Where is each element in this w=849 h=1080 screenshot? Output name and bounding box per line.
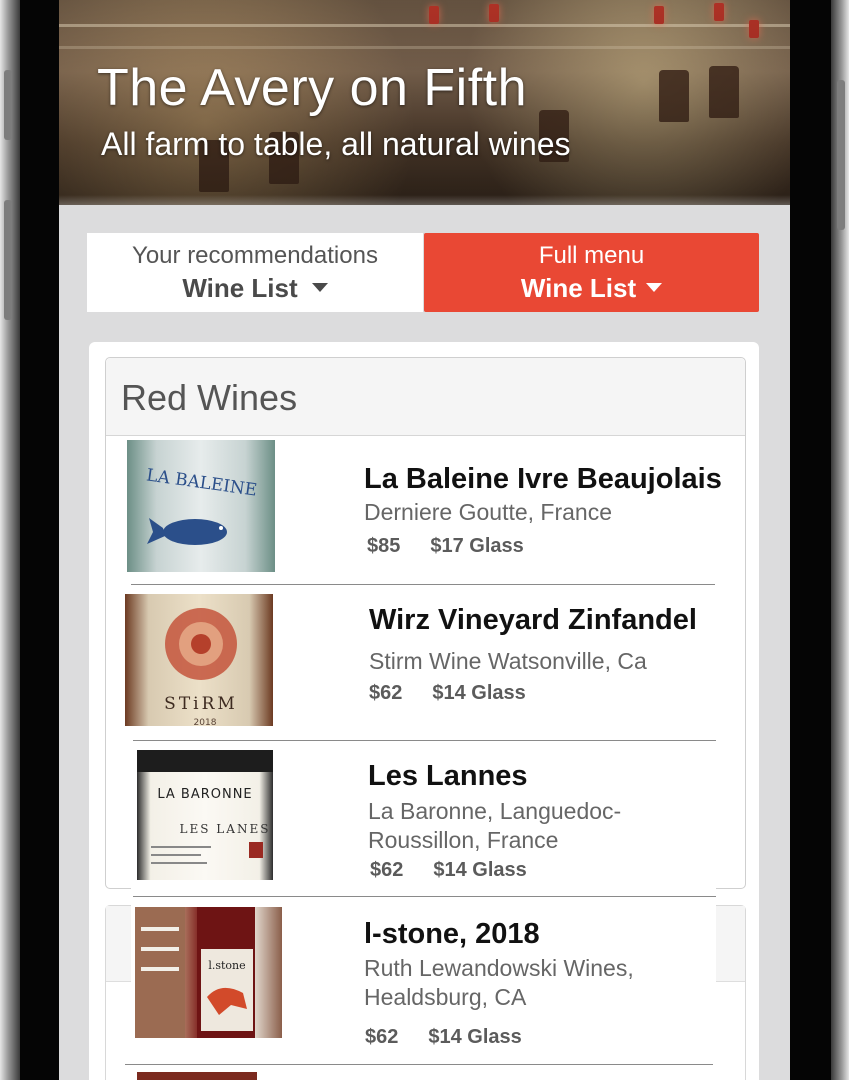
bottle-label-subtext: LES LANES bbox=[180, 822, 271, 836]
glass-price: $14 Glass bbox=[433, 859, 527, 881]
sun-bottle-image: STiRM 2018 bbox=[125, 594, 273, 726]
tab-recommendations-label: Wine List bbox=[182, 273, 298, 303]
caret-down-icon bbox=[311, 282, 328, 292]
phone-rim-left bbox=[0, 0, 20, 1080]
wine-producer: Ruth Lewandowski Wines, Healdsburg, CA bbox=[364, 955, 634, 1010]
glass-price: $17 Glass bbox=[430, 535, 524, 557]
wine-prices: $62 $14 Glass bbox=[369, 681, 556, 705]
tab-full-menu-title: Full menu bbox=[538, 242, 645, 269]
phone-frame: The Avery on Fifth All farm to table, al… bbox=[0, 0, 849, 1080]
bottle-label-text: STiRM bbox=[164, 694, 238, 714]
wine-producer: Stirm Wine Watsonville, Ca bbox=[369, 648, 647, 674]
bottle-price: $85 bbox=[367, 535, 401, 557]
tab-full-menu-label: Wine List bbox=[520, 273, 637, 303]
tab-recommendations-title: Your recommendations bbox=[132, 242, 378, 269]
power-button bbox=[837, 80, 845, 230]
wine-item[interactable]: LA BARONNE LES LANES Les Lannes La Baron… bbox=[131, 741, 716, 896]
bottle-label-text: LA BARONNE bbox=[157, 787, 252, 802]
menu-tabs: Your recommendations Wine List Full menu… bbox=[87, 233, 759, 313]
caret-down-icon bbox=[646, 282, 663, 292]
bottle-price: $62 bbox=[370, 859, 404, 881]
bottle-label-year: 2018 bbox=[194, 718, 217, 726]
restaurant-hero-banner: The Avery on Fifth All farm to table, al… bbox=[59, 0, 790, 205]
section-header: Red Wines bbox=[106, 358, 745, 436]
section-title: Red Wines bbox=[121, 377, 298, 418]
wine-prices: $62 $14 Glass bbox=[370, 858, 557, 882]
glass-price: $14 Glass bbox=[428, 1026, 522, 1048]
tab-recommendations[interactable]: Your recommendations Wine List bbox=[87, 233, 423, 312]
bottle-label-text: l.stone bbox=[208, 959, 245, 972]
wine-item[interactable]: LA BALEINE La Baleine Ivre Beaujolais De… bbox=[127, 436, 722, 584]
wine-prices: $62 $14 Glass bbox=[365, 1025, 552, 1049]
whale-bottle-image: LA BALEINE bbox=[127, 440, 275, 572]
bear-bottle-image: l.stone bbox=[135, 907, 282, 1038]
wine-name: Wirz Vineyard Zinfandel bbox=[369, 604, 697, 636]
wine-name: La Baleine Ivre Beaujolais bbox=[364, 463, 722, 495]
wine-producer: Derniere Goutte, France bbox=[364, 499, 613, 525]
wine-item[interactable]: l.stone l-stone, 2018 Ruth Lewandowski W… bbox=[131, 897, 716, 1063]
wine-name: Les Lannes bbox=[368, 760, 528, 792]
glass-price: $14 Glass bbox=[432, 682, 526, 704]
mute-switch bbox=[4, 70, 12, 140]
restaurant-name: The Avery on Fifth bbox=[97, 59, 528, 117]
baronne-bottle-image: LA BARONNE LES LANES bbox=[137, 750, 273, 880]
tab-full-menu[interactable]: Full menu Wine List bbox=[424, 233, 759, 312]
next-item-image-peek bbox=[137, 1072, 257, 1080]
wine-name: l-stone, 2018 bbox=[364, 918, 540, 950]
item-divider bbox=[125, 1064, 713, 1065]
restaurant-tagline: All farm to table, all natural wines bbox=[101, 126, 571, 162]
bottle-label-text: LA BALEINE bbox=[145, 465, 258, 500]
bottle-price: $62 bbox=[365, 1026, 399, 1048]
volume-up-button bbox=[4, 200, 12, 320]
app-screen: The Avery on Fifth All farm to table, al… bbox=[59, 0, 790, 1080]
wine-prices: $85 $17 Glass bbox=[367, 534, 554, 558]
bottle-price: $62 bbox=[369, 682, 403, 704]
wine-producer: La Baronne, Languedoc-Roussillon, France bbox=[368, 798, 622, 853]
wine-item[interactable]: STiRM 2018 Wirz Vineyard Zinfandel Stirm… bbox=[125, 585, 716, 739]
